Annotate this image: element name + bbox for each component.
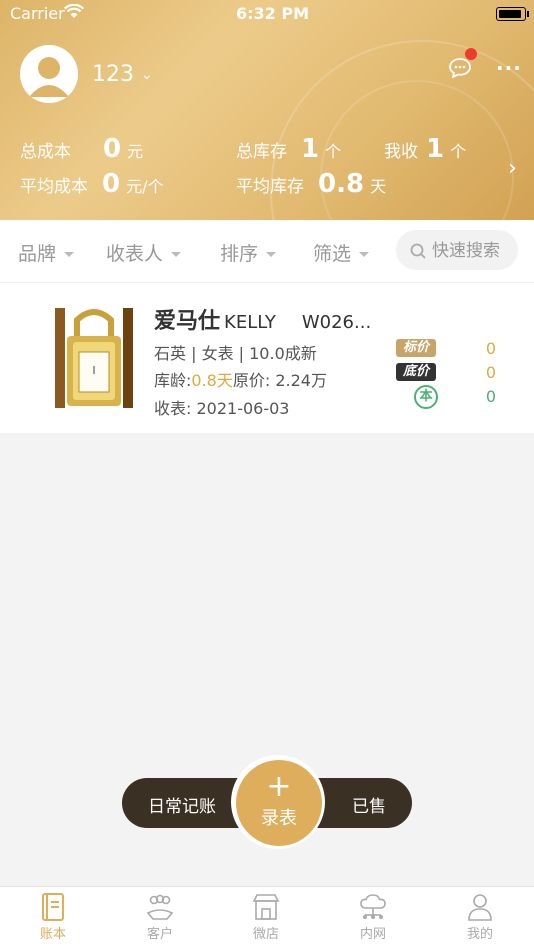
item-age-row: 库龄:0.8天原价: 2.24万 (154, 367, 327, 391)
item-brand: 爱马仕 (154, 309, 221, 334)
stat-value: 0 (103, 134, 122, 164)
record-watch-label: 录表 (261, 808, 297, 829)
item-model: KELLY (224, 312, 276, 333)
item-specs: 石英 | 女表 | 10.0成新 (154, 344, 317, 363)
notification-badge (465, 48, 477, 60)
stat-label: 我收 (384, 142, 418, 162)
tab-customers[interactable]: 客户 (130, 893, 190, 942)
chevron-down-icon: ⌄ (141, 67, 153, 83)
cloud-network-icon (360, 894, 386, 919)
record-watch-button[interactable]: + 录表 (236, 760, 322, 846)
more-icon[interactable]: ··· (496, 56, 522, 80)
plus-icon: + (266, 769, 292, 804)
shop-icon (252, 894, 280, 920)
filter-collector[interactable]: 收表人 (106, 239, 182, 266)
search-icon (410, 243, 426, 263)
tab-shop[interactable]: 微店 (236, 893, 296, 942)
stat-unit: 个 (325, 142, 342, 161)
floor-price-value: 0 (485, 363, 496, 382)
battery-icon (496, 7, 529, 21)
filter-bar: 品牌 收表人 排序 筛选 快速搜索 (0, 220, 534, 283)
profile-icon (468, 894, 492, 921)
filter-brand[interactable]: 品牌 (18, 239, 75, 266)
daily-accounting-button[interactable]: 日常记账 (148, 792, 216, 817)
cost-tag: 本 (414, 385, 438, 409)
sold-button[interactable]: 已售 (352, 792, 386, 817)
stat-label: 平均库存 (236, 177, 304, 197)
filter-sort[interactable]: 排序 (220, 239, 277, 266)
stat-value: 0.8 (318, 169, 365, 199)
message-icon[interactable] (449, 58, 471, 79)
tab-bar: 账本 客户 微店 内网 我的 (0, 886, 534, 951)
list-price-tag: 标价 (396, 339, 436, 357)
avatar[interactable] (20, 45, 78, 103)
stat-label: 总成本 (20, 142, 71, 162)
item-original-price: 原价: 2.24万 (232, 371, 327, 390)
tab-ledger[interactable]: 账本 (23, 893, 83, 942)
stat-avg-stock: 平均库存 0.8 天 (236, 169, 386, 199)
watch-item-card[interactable]: 爱马仕 KELLY W026... 石英 | 女表 | 10.0成新 库龄:0.8天… (0, 283, 534, 433)
item-title: 爱马仕 KELLY W026... (154, 303, 371, 335)
stat-value: 0 (102, 169, 121, 199)
stat-unit: 个 (450, 142, 467, 161)
floor-price-tag: 底价 (396, 363, 436, 381)
clock-time: 6:32 PM (236, 4, 310, 23)
item-collected-date: 收表: 2021-06-03 (154, 399, 290, 418)
stat-unit: 天 (370, 177, 387, 196)
item-age-label: 库龄: (154, 371, 192, 390)
ledger-icon (42, 893, 64, 921)
caret-down-icon (359, 252, 370, 257)
caret-down-icon (171, 252, 182, 257)
status-bar: Carrier 6:32 PM (0, 0, 534, 28)
stat-my-collect: 我收 1 个 (384, 134, 466, 164)
caret-down-icon (266, 252, 277, 257)
stat-avg-cost: 平均成本 0 元/个 (20, 169, 164, 199)
stat-label: 总库存 (236, 142, 287, 162)
stat-total-stock: 总库存 1 个 (236, 134, 341, 164)
caret-down-icon (64, 252, 75, 257)
tab-intranet[interactable]: 内网 (343, 893, 403, 942)
wifi-icon (64, 3, 84, 23)
stat-total-cost: 总成本 0 元 (20, 134, 143, 164)
stat-label: 平均成本 (20, 177, 88, 197)
list-price-value: 0 (485, 339, 496, 358)
carrier-label: Carrier (10, 4, 65, 23)
search-input[interactable]: 快速搜索 (396, 230, 518, 270)
search-placeholder: 快速搜索 (432, 241, 500, 261)
stat-value: 1 (426, 134, 445, 164)
stat-unit: 元/个 (126, 177, 164, 196)
cost-value: 0 (485, 387, 496, 406)
filter-filter[interactable]: 筛选 (313, 239, 370, 266)
customers-icon (146, 894, 174, 920)
watch-thumbnail (55, 308, 133, 408)
header: Carrier 6:32 PM 123 ⌄ ··· 总成本 0 元 总库存 1 … (0, 0, 534, 220)
tab-me[interactable]: 我的 (450, 893, 510, 942)
item-age-value: 0.8天 (191, 371, 233, 390)
username-label: 123 (92, 62, 134, 87)
stat-unit: 元 (127, 142, 144, 161)
username-switcher[interactable]: 123 ⌄ (92, 62, 153, 87)
item-ref: W026... (301, 312, 372, 333)
chevron-right-icon[interactable]: › (508, 156, 517, 181)
stat-value: 1 (301, 134, 320, 164)
